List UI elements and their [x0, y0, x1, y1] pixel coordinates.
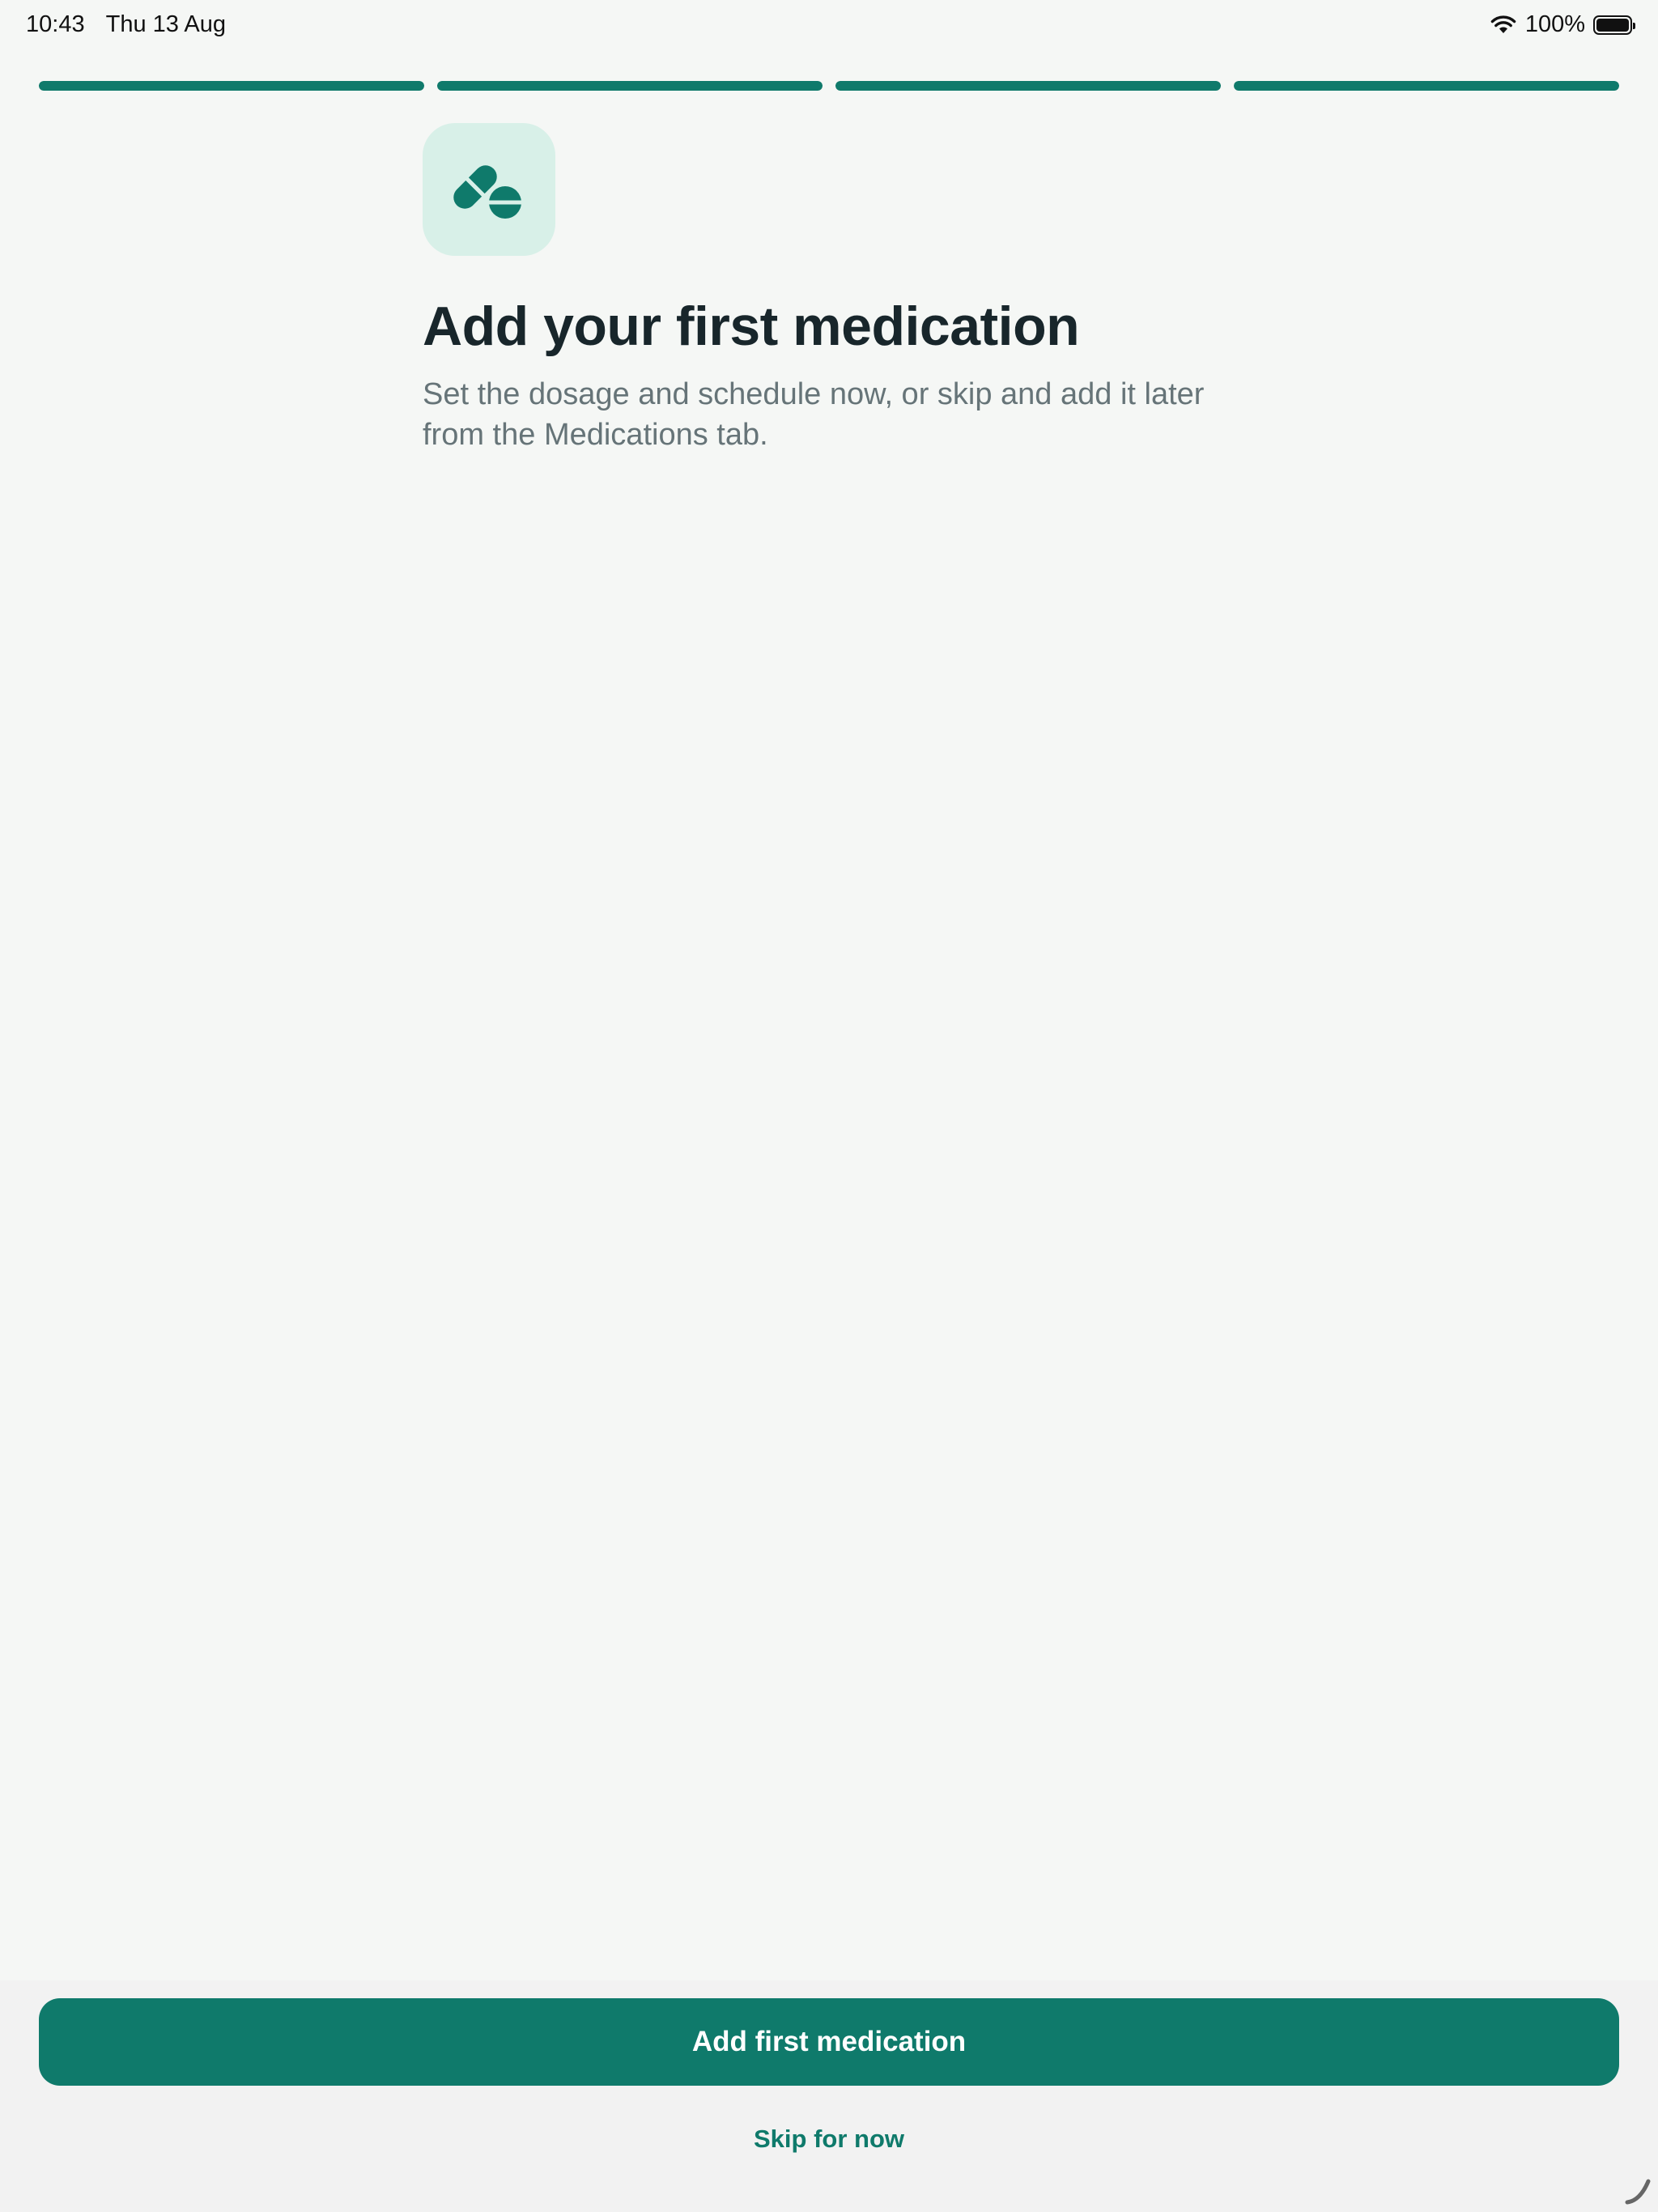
progress-step-2 — [437, 81, 823, 91]
bottom-action-panel: Add first medication Skip for now — [0, 1980, 1658, 2212]
status-left: 10:43 Thu 13 Aug — [26, 11, 226, 38]
pills-icon — [453, 165, 523, 219]
onboarding-content: Add your first medication Set the dosage… — [423, 123, 1240, 456]
medication-icon-tile — [423, 123, 555, 256]
status-bar: 10:43 Thu 13 Aug 100% — [0, 0, 1658, 52]
resize-handle-icon[interactable] — [1622, 2176, 1652, 2206]
onboarding-progress — [39, 81, 1619, 91]
skip-for-now-button[interactable]: Skip for now — [0, 2125, 1658, 2154]
progress-step-1 — [39, 81, 424, 91]
battery-icon — [1593, 15, 1635, 35]
status-date: Thu 13 Aug — [105, 11, 226, 37]
page-title: Add your first medication — [423, 296, 1080, 357]
progress-step-4 — [1234, 81, 1619, 91]
add-first-medication-button[interactable]: Add first medication — [39, 1998, 1619, 2086]
status-time: 10:43 — [26, 11, 85, 37]
status-right: 100% — [1490, 11, 1635, 38]
page-subtitle: Set the dosage and schedule now, or skip… — [423, 377, 1205, 453]
battery-percent: 100% — [1524, 11, 1585, 37]
wifi-icon — [1490, 15, 1516, 33]
progress-step-3 — [835, 81, 1221, 91]
